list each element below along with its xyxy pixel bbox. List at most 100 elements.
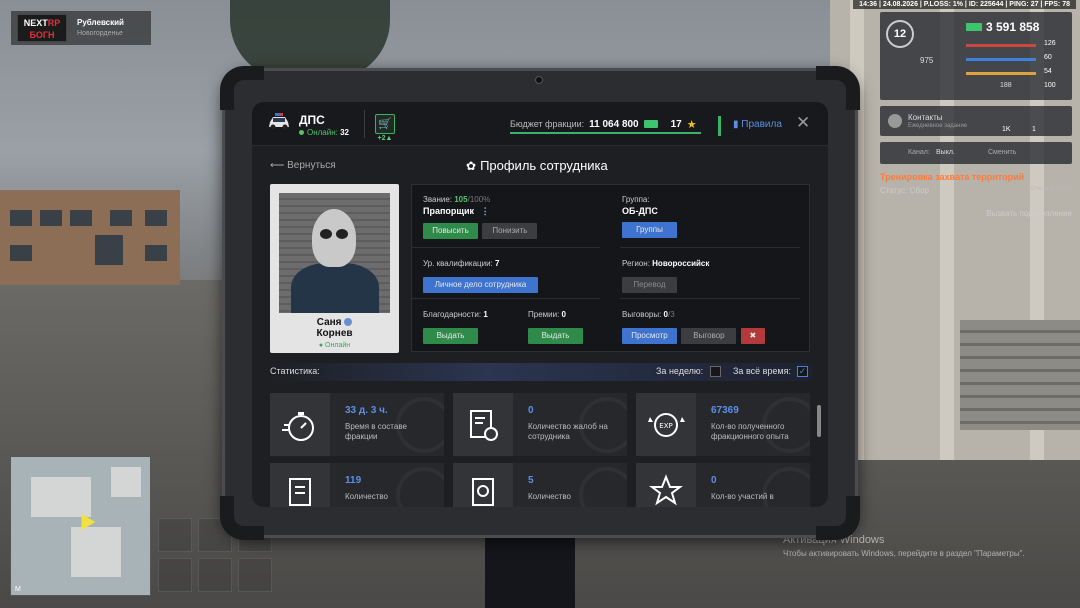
rules-link[interactable]: ▮ Правила — [733, 119, 782, 130]
demote-button[interactable]: Понизить — [482, 223, 538, 239]
contacts-title: Контакты — [908, 113, 943, 122]
promote-button[interactable]: Повысить — [423, 223, 478, 239]
server-logo-panel: NEXTRP БОГН Рублевский Новогорденье — [11, 11, 151, 45]
small-value: 975 — [920, 56, 934, 65]
quest-open-link[interactable]: Открыть хобби — [1030, 186, 1072, 195]
player-stats-panel: 12 3 591 858 126 60 54 100 975 188 — [880, 12, 1072, 100]
all-time-checkbox[interactable]: ✓ — [797, 366, 808, 377]
health-bar — [966, 44, 1036, 47]
hunger-bar — [966, 72, 1036, 75]
thanks-cell: Благодарности: 1 Выдать — [423, 310, 488, 344]
hunger-stat: 54 — [1044, 68, 1052, 75]
cart-icon[interactable]: 🛒 — [375, 114, 395, 134]
stamina-stat: 100 — [1044, 82, 1056, 89]
radio-channel: Выкл. — [936, 149, 955, 156]
radio-label: Канал: — [908, 149, 930, 156]
transfer-button[interactable]: Перевод — [622, 277, 677, 293]
performance-stats: 14:36 | 24.08.2026 | P.LOSS: 1% | ID: 22… — [853, 0, 1076, 9]
server-name: Рублевский — [77, 18, 124, 27]
quest-status: Статус: Сбор Открыть хобби — [880, 186, 1072, 195]
background-building-left — [0, 190, 180, 285]
shop-badge: +2▲ — [377, 135, 393, 142]
contacts-icon — [888, 114, 902, 128]
contacts-subtitle: Ежедневное задание — [908, 123, 968, 129]
rank-cell: Звание: 105/100% Прапорщик ⋮ Повысить По… — [423, 195, 538, 239]
hud-right-panel: 12 3 591 858 126 60 54 100 975 188 Конта… — [880, 12, 1072, 218]
contacts-panel[interactable]: Контакты Ежедневное задание 1K 1 — [880, 106, 1072, 136]
view-reprimands-button[interactable]: Просмотр — [622, 328, 677, 344]
statistics-title: Статистика: — [270, 366, 320, 376]
give-bonus-button[interactable]: Выдать — [528, 328, 583, 344]
armor-stat: 60 — [1044, 54, 1052, 61]
exp-icon: EXP — [636, 393, 696, 456]
back-button[interactable]: ⟵ Вернуться — [270, 160, 336, 171]
faction-online: Онлайн: 32 — [299, 128, 349, 137]
server-logo: NEXTRP БОГН — [17, 14, 67, 42]
week-checkbox[interactable] — [710, 366, 721, 377]
group-cell: Группа: ОБ-ДПС Группы — [622, 195, 677, 238]
employee-status: ● Онлайн — [318, 342, 351, 349]
groups-button[interactable]: Группы — [622, 222, 677, 238]
contacts-count-1: 1K — [1002, 126, 1011, 133]
page-title: ✿ Профиль сотрудника — [466, 158, 608, 173]
stat-card-time: 33 д. 3 ч. Время в составе фракции — [270, 393, 444, 456]
small-value-2: 188 — [1000, 82, 1012, 89]
qualification-cell: Ур. квалификации: 7 Личное дело сотрудни… — [423, 259, 538, 293]
stars-value: 17 — [670, 118, 682, 130]
checklist-icon — [270, 463, 330, 507]
rank-name: Прапорщик — [423, 206, 475, 216]
contacts-count-2: 1 — [1032, 126, 1036, 133]
svg-text:EXP: EXP — [659, 422, 672, 430]
stopwatch-icon — [270, 393, 330, 456]
budget-value: 11 064 800 — [589, 118, 639, 130]
cash-icon — [643, 120, 658, 128]
bonus-cell: Премии: 0 Выдать — [528, 310, 583, 344]
police-car-icon — [267, 112, 291, 132]
stat-card-documents: 5 Количество — [453, 463, 627, 507]
stat-card-experience: EXP 67369 Кол-во полученного фракционног… — [636, 393, 810, 456]
gear-icon: ✿ — [466, 159, 477, 173]
stats-scrollbar[interactable] — [817, 405, 821, 437]
stat-card-complaints: 0 Количество жалоб на сотрудника — [453, 393, 627, 456]
cash-icon — [966, 23, 982, 31]
more-icon: ⋮ — [480, 206, 490, 216]
book-icon: ▮ — [733, 119, 739, 130]
document-coin-icon — [453, 463, 513, 507]
week-label: За неделю: — [656, 366, 704, 376]
reprimand-button[interactable]: Выговор — [681, 328, 737, 344]
tablet-screen: ДПС Онлайн: 32 🛒 +2▲ Бюджет фракции: 11 … — [252, 102, 828, 507]
health-stat: 126 — [1044, 40, 1056, 47]
skull-mask — [312, 209, 356, 267]
complaint-icon — [453, 393, 513, 456]
call-backup[interactable]: Вызвать подкрепление — [880, 209, 1072, 218]
employee-name: Саня Корнев — [316, 317, 353, 339]
reprimand-cell: Выговоры: 0/3 Просмотр Выговор ✖ — [622, 310, 765, 344]
faction-name: ДПС — [299, 113, 325, 127]
group-value: ОБ-ДПС — [622, 206, 658, 216]
star-rank-icon — [636, 463, 696, 507]
stat-card-tasks: 119 Количество — [270, 463, 444, 507]
faction-budget: Бюджет фракции: 11 064 800 17 ★ — [510, 116, 701, 134]
info-icon — [344, 318, 353, 327]
armor-bar — [966, 58, 1036, 61]
employee-photo — [279, 193, 390, 313]
minimap-compass: М — [15, 586, 21, 593]
personal-file-button[interactable]: Личное дело сотрудника — [423, 277, 538, 293]
radio-change[interactable]: Сменить — [988, 149, 1016, 156]
stat-card-events: 0 Кол-во участий в — [636, 463, 810, 507]
employee-info-grid: Звание: 105/100% Прапорщик ⋮ Повысить По… — [411, 184, 810, 352]
background-stairs — [960, 320, 1080, 430]
close-icon[interactable]: ✕ — [796, 114, 810, 132]
star-icon: ★ — [686, 118, 697, 131]
arrow-left-icon: ⟵ — [270, 160, 285, 171]
server-subtitle: Новогорденье — [77, 30, 123, 37]
employee-photo-card: Саня Корнев ● Онлайн — [270, 184, 399, 353]
tablet-header: ДПС Онлайн: 32 🛒 +2▲ Бюджет фракции: 11 … — [252, 102, 828, 146]
fire-user-icon[interactable]: ✖ — [740, 328, 765, 344]
minimap[interactable]: М — [10, 456, 151, 596]
region-value: Новороссийск — [652, 259, 710, 268]
radio-panel[interactable]: Канал: Выкл. Сменить — [880, 142, 1072, 164]
money-display: 3 591 858 — [966, 20, 1039, 34]
give-thanks-button[interactable]: Выдать — [423, 328, 478, 344]
all-time-label: За всё время: — [733, 366, 791, 376]
